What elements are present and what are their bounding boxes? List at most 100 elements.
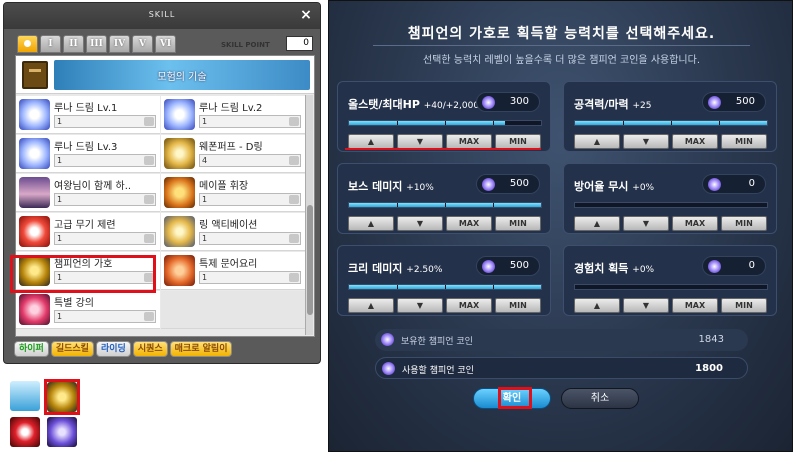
bar-segment-divider xyxy=(397,285,398,289)
stat-label: 공격력/마력 +25 xyxy=(574,96,651,112)
skill-item[interactable]: 링 액티베이션 1 xyxy=(161,213,305,251)
increase-button[interactable]: ▲ xyxy=(574,216,620,231)
skill-item[interactable]: 메이플 휘장 1 xyxy=(161,174,305,212)
stat-card-crit-damage: 크리 데미지 +2.50% 500 ▲ ▼ MAX MIN xyxy=(337,245,551,316)
gear-skill-icon[interactable] xyxy=(47,417,77,447)
skill-item[interactable]: 여왕님이 함께 하.. 1 xyxy=(16,174,160,212)
max-button[interactable]: MAX xyxy=(446,134,492,149)
quickslot-icons xyxy=(8,379,88,451)
skill-item[interactable]: 특제 문어요리 1 xyxy=(161,252,305,290)
min-button[interactable]: MIN xyxy=(721,216,767,231)
skill-list-scrollbar[interactable] xyxy=(305,95,313,335)
max-button[interactable]: MAX xyxy=(672,298,718,313)
skill-item[interactable]: 고급 무기 제련 1 xyxy=(16,213,160,251)
min-button[interactable]: MIN xyxy=(721,298,767,313)
level-up-icon[interactable] xyxy=(289,195,299,204)
skill-item[interactable]: 루나 드림 Lv.1 1 xyxy=(16,96,160,134)
skill-name: 고급 무기 제련 xyxy=(54,220,116,231)
stat-controls: ▲ ▼ MAX MIN xyxy=(348,216,541,231)
tab-macro-alert[interactable]: 매크로 알림이 xyxy=(169,341,233,357)
level-up-icon[interactable] xyxy=(144,117,154,126)
increase-button[interactable]: ▲ xyxy=(574,134,620,149)
stat-level-bar xyxy=(574,202,768,208)
increase-button[interactable]: ▲ xyxy=(348,298,394,313)
owned-coin-label: 보유한 챔피언 코인 xyxy=(401,337,473,347)
tab-sequence[interactable]: 시퀀스 xyxy=(132,341,168,357)
skill-level-value: 1 xyxy=(202,234,208,243)
luna-dream-icon xyxy=(19,99,50,130)
level-up-icon[interactable] xyxy=(289,234,299,243)
stat-bonus: +10% xyxy=(406,183,434,193)
stat-cost-value: 0 xyxy=(748,178,755,189)
weapon-puff-ring-icon xyxy=(164,138,195,169)
tab-4[interactable]: IV xyxy=(109,35,130,53)
close-icon[interactable]: × xyxy=(298,7,314,23)
skill-item[interactable]: 루나 드림 Lv.2 1 xyxy=(161,96,305,134)
skill-name: 특제 문어요리 xyxy=(199,259,258,270)
tab-guild-skill[interactable]: 길드스킬 xyxy=(50,341,94,357)
owned-coin-value: 1843 xyxy=(698,334,724,345)
champion-blessing-dialog: 챔피언의 가호로 획득할 능력치를 선택해주세요. 선택한 능력치 레벨이 높을… xyxy=(328,0,793,452)
skill-level: 1 xyxy=(199,115,301,128)
tab-1[interactable]: I xyxy=(40,35,61,53)
decrease-button[interactable]: ▼ xyxy=(397,134,443,149)
stat-cost-value: 500 xyxy=(509,178,529,189)
skill-level: 1 xyxy=(199,193,301,206)
decrease-button[interactable]: ▼ xyxy=(623,216,669,231)
cancel-button[interactable]: 취소 xyxy=(561,388,639,409)
skill-window-title: SKILL xyxy=(148,10,176,19)
increase-button[interactable]: ▲ xyxy=(574,298,620,313)
scrollbar-thumb[interactable] xyxy=(307,205,313,315)
tab-hyper[interactable]: 하이퍼 xyxy=(14,341,49,357)
stat-cost-value: 500 xyxy=(509,260,529,271)
increase-button[interactable]: ▲ xyxy=(348,134,394,149)
skill-item[interactable]: 루나 드림 Lv.3 1 xyxy=(16,135,160,173)
dash-skill-icon[interactable] xyxy=(10,381,40,411)
tab-6[interactable]: VI xyxy=(155,35,176,53)
champion-coin-icon xyxy=(382,362,395,375)
level-up-icon[interactable] xyxy=(144,312,154,321)
min-button[interactable]: MIN xyxy=(495,134,541,149)
max-button[interactable]: MAX xyxy=(446,298,492,313)
bar-segment-divider xyxy=(445,121,446,125)
min-button[interactable]: MIN xyxy=(721,134,767,149)
tab-beginner[interactable] xyxy=(17,35,38,53)
stat-card-allstat: 올스탯/최대HP +40/+2,000 300 ▲ ▼ MAX MIN xyxy=(337,81,551,152)
stat-cost: 500 xyxy=(702,92,766,112)
decrease-button[interactable]: ▼ xyxy=(397,216,443,231)
tab-riding[interactable]: 라이딩 xyxy=(95,341,131,357)
use-coin-row: 사용할 챔피언 코인 1800 xyxy=(375,357,748,379)
skill-item[interactable]: 웨폰퍼프 - D링 4 xyxy=(161,135,305,173)
skill-tabs: I II III IV V VI xyxy=(17,35,176,53)
min-button[interactable]: MIN xyxy=(495,298,541,313)
decrease-button[interactable]: ▼ xyxy=(397,298,443,313)
level-up-icon[interactable] xyxy=(144,195,154,204)
stat-bonus: +0% xyxy=(632,265,655,275)
maple-m-icon[interactable] xyxy=(10,417,40,447)
tab-5[interactable]: V xyxy=(132,35,153,53)
max-button[interactable]: MAX xyxy=(446,216,492,231)
bar-segment-divider xyxy=(493,121,494,125)
level-up-icon[interactable] xyxy=(289,156,299,165)
bar-segment-divider xyxy=(623,121,624,125)
skill-item[interactable]: 특별 강의 1 xyxy=(16,291,160,329)
increase-button[interactable]: ▲ xyxy=(348,216,394,231)
decrease-button[interactable]: ▼ xyxy=(623,134,669,149)
level-up-icon[interactable] xyxy=(144,156,154,165)
max-button[interactable]: MAX xyxy=(672,216,718,231)
champion-coin-icon xyxy=(482,178,495,191)
decrease-button[interactable]: ▼ xyxy=(623,298,669,313)
level-up-icon[interactable] xyxy=(289,273,299,282)
max-button[interactable]: MAX xyxy=(672,134,718,149)
skill-name: 루나 드림 Lv.2 xyxy=(199,103,263,114)
skill-titlebar[interactable]: SKILL × xyxy=(4,3,320,29)
bar-segment-divider xyxy=(623,203,624,207)
tab-3[interactable]: III xyxy=(86,35,107,53)
skill-name: 링 액티베이션 xyxy=(199,220,258,231)
skill-level: 1 xyxy=(54,310,156,323)
tab-2[interactable]: II xyxy=(63,35,84,53)
min-button[interactable]: MIN xyxy=(495,216,541,231)
stat-cost-value: 0 xyxy=(748,260,755,271)
level-up-icon[interactable] xyxy=(144,234,154,243)
level-up-icon[interactable] xyxy=(289,117,299,126)
